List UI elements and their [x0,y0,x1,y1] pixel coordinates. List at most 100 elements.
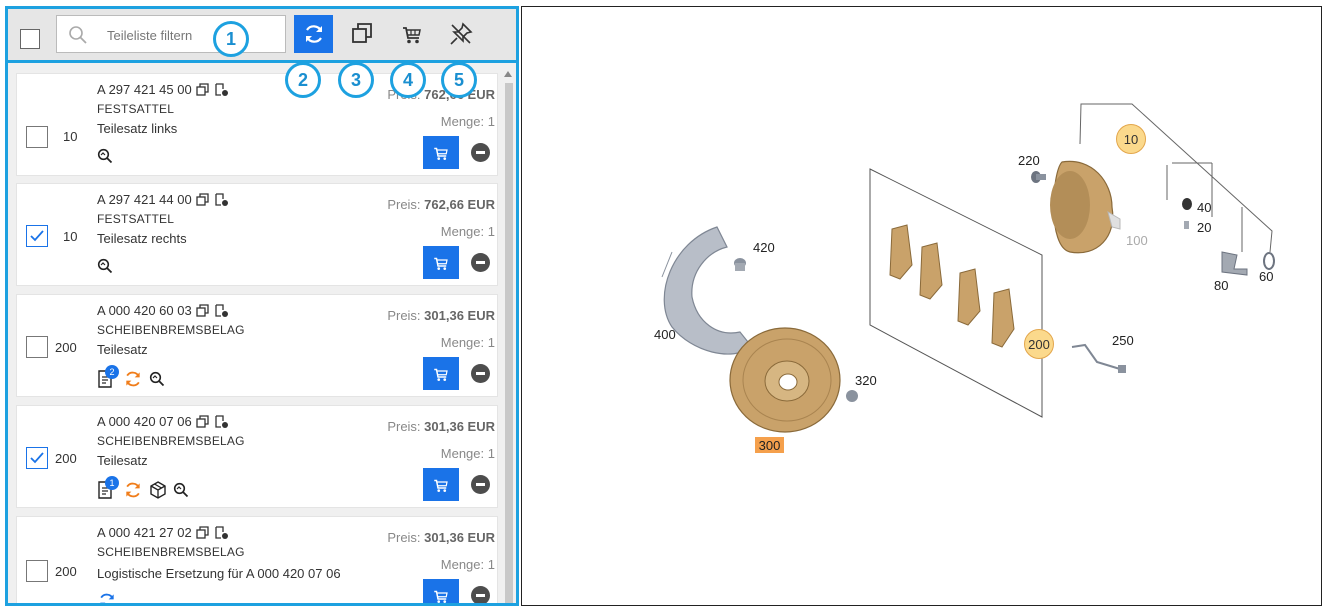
document-settings-icon[interactable] [214,525,229,540]
price-label: Preis: [387,530,421,545]
add-to-cart-button[interactable] [423,357,459,390]
unpin-icon[interactable] [448,21,474,52]
filter-field[interactable] [56,15,286,53]
document-settings-icon[interactable] [214,192,229,207]
item-part-number: A 000 421 27 02 [97,525,229,540]
cart-icon[interactable] [400,21,424,52]
add-to-cart-button[interactable] [423,579,459,603]
zoom-icon[interactable] [97,148,113,164]
qty-value: 1 [487,224,495,239]
item-checkbox[interactable] [26,560,48,582]
item-description: Logistische Ersetzung für A 000 420 07 0… [97,566,341,581]
callout-300[interactable]: 300 [755,437,784,453]
item-position: 10 [63,229,78,244]
label-220[interactable]: 220 [1018,153,1040,168]
price-label: Preis: [387,197,421,212]
part-number-text: A 297 421 44 00 [97,192,192,207]
item-actions [97,148,113,164]
replacement-icon[interactable] [123,480,143,500]
item-quantity: Menge: 1 [441,335,495,350]
copy-icon[interactable] [196,414,210,429]
copy-icon[interactable] [196,82,210,97]
label-40[interactable]: 40 [1197,200,1211,215]
add-to-cart-button[interactable] [423,136,459,169]
item-checkbox-checked[interactable] [26,447,48,469]
list-item[interactable]: 200 A 000 421 27 02 SCHEIBENBREMSBELAG L… [16,516,498,606]
document-settings-icon[interactable] [214,303,229,318]
list-item[interactable]: 200 A 000 420 60 03 SCHEIBENBREMSBELAG T… [16,294,498,397]
list-item[interactable]: 10 A 297 421 44 00 FESTSATTEL Teilesatz … [16,183,498,286]
document-settings-icon[interactable] [214,414,229,429]
item-title: SCHEIBENBREMSBELAG [97,323,245,337]
remove-button[interactable] [471,143,490,162]
scroll-up-arrow[interactable] [504,71,512,77]
label-420[interactable]: 420 [753,240,775,255]
cart-icon [434,368,448,381]
item-actions [97,591,117,606]
scrollbar[interactable] [505,83,513,603]
zoom-icon[interactable] [149,371,165,387]
price-label: Preis: [387,419,421,434]
exploded-parts-diagram[interactable] [522,7,1320,604]
item-checkbox[interactable] [26,336,48,358]
remove-button[interactable] [471,475,490,494]
item-title: FESTSATTEL [97,102,175,116]
item-actions [97,258,113,274]
refresh-button[interactable] [294,15,333,53]
copy-icon[interactable] [196,525,210,540]
callout-1: 1 [213,21,249,57]
add-to-cart-button[interactable] [423,246,459,279]
callout-200[interactable]: 200 [1024,329,1054,359]
remove-button[interactable] [471,364,490,383]
price-value: 301,36 EUR [424,308,495,323]
refresh-icon [305,25,322,43]
part-number-text: A 297 421 45 00 [97,82,192,97]
notes-icon[interactable]: 1 [97,476,119,500]
copy-icon[interactable] [196,303,210,318]
label-400[interactable]: 400 [654,327,676,342]
label-100[interactable]: 100 [1126,233,1148,248]
callout-10[interactable]: 10 [1116,124,1146,154]
select-all-checkbox[interactable] [20,29,40,49]
replacement-icon[interactable] [97,591,117,606]
label-320[interactable]: 320 [855,373,877,388]
exploded-diagram-panel: 10 220 40 20 100 60 80 420 400 200 250 3… [521,6,1322,606]
notes-count-badge: 2 [105,365,119,379]
item-quantity: Menge: 1 [441,557,495,572]
item-quantity: Menge: 1 [441,114,495,129]
list-item[interactable]: 10 A 297 421 45 00 FESTSATTEL Teilesatz … [16,73,498,176]
part-number-text: A 000 421 27 02 [97,525,192,540]
add-to-cart-button[interactable] [423,468,459,501]
item-checkbox[interactable] [26,126,48,148]
list-item[interactable]: 200 A 000 420 07 06 SCHEIBENBREMSBELAG T… [16,405,498,508]
package-icon[interactable] [149,481,167,499]
label-20[interactable]: 20 [1197,220,1211,235]
zoom-icon[interactable] [97,258,113,274]
label-80[interactable]: 80 [1214,278,1228,293]
replacement-icon[interactable] [123,369,143,389]
copy-icon[interactable] [350,21,376,52]
label-250[interactable]: 250 [1112,333,1134,348]
filter-input[interactable] [107,25,227,45]
item-price: Preis: 762,66 EUR [387,197,495,212]
notes-count-badge: 1 [105,476,119,490]
remove-button[interactable] [471,586,490,603]
item-actions: 1 [97,476,189,500]
qty-value: 1 [487,557,495,572]
remove-button[interactable] [471,253,490,272]
item-title: FESTSATTEL [97,212,175,226]
item-checkbox-checked[interactable] [26,225,48,247]
notes-icon[interactable]: 2 [97,365,119,389]
item-position: 200 [55,451,77,466]
cart-icon [434,479,448,492]
copy-icon[interactable] [196,192,210,207]
part-number-text: A 000 420 07 06 [97,414,192,429]
item-part-number: A 000 420 07 06 [97,414,229,429]
document-settings-icon[interactable] [214,82,229,97]
qty-value: 1 [487,114,495,129]
price-value: 762,66 EUR [424,197,495,212]
zoom-icon[interactable] [173,482,189,498]
checkmark-icon [30,230,44,242]
item-description: Teilesatz [97,453,148,468]
label-60[interactable]: 60 [1259,269,1273,284]
